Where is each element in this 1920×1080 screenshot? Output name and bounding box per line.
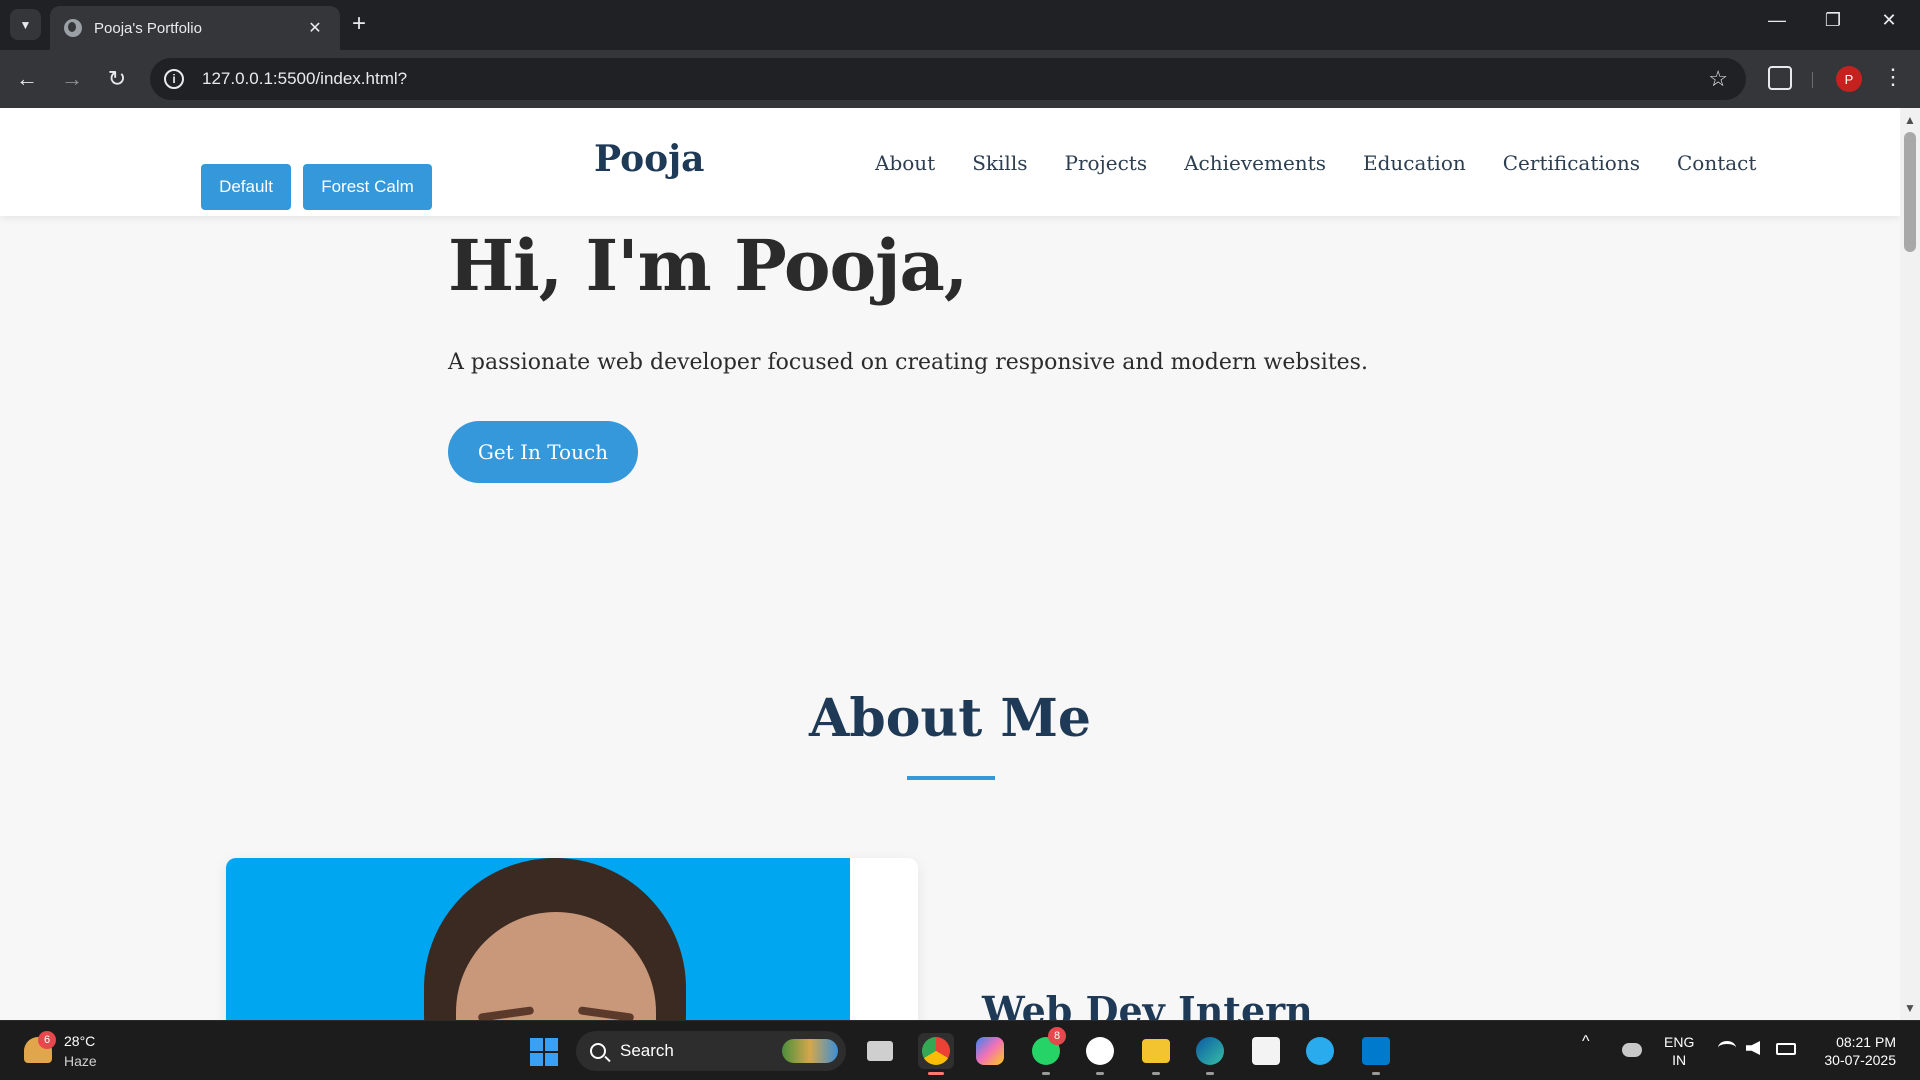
site-logo[interactable]: Pooja	[594, 138, 704, 180]
toolbar-divider	[1812, 72, 1813, 88]
browser-toolbar: ← → ↻ i 127.0.0.1:5500/index.html? ☆ P ⋮	[0, 50, 1920, 108]
weather-temp[interactable]: 28°C	[64, 1033, 95, 1049]
hero-title: Hi, I'm Pooja,	[448, 224, 968, 307]
theme-default-button[interactable]: Default	[201, 164, 291, 210]
scroll-up-icon[interactable]: ▲	[1900, 110, 1920, 130]
onedrive-error-icon[interactable]	[1622, 1043, 1642, 1057]
main-nav: About Skills Projects Achievements Educa…	[875, 151, 1756, 175]
page-scrollbar[interactable]: ▲ ▼	[1900, 108, 1920, 1020]
address-bar[interactable]: i 127.0.0.1:5500/index.html? ☆	[150, 58, 1746, 100]
bookmark-star-icon[interactable]: ☆	[1708, 66, 1728, 92]
weather-badge: 6	[38, 1031, 56, 1049]
volume-icon[interactable]	[1746, 1041, 1760, 1055]
globe-icon	[64, 19, 82, 37]
wifi-icon[interactable]	[1718, 1041, 1736, 1055]
tab-strip: ▼ Pooja's Portfolio ✕ + — ❐ ✕	[0, 0, 1920, 50]
role-title: Web Dev Intern	[982, 988, 1313, 1020]
browser-tab[interactable]: Pooja's Portfolio ✕	[50, 6, 340, 50]
language-line2: IN	[1672, 1052, 1687, 1068]
nav-skills[interactable]: Skills	[972, 151, 1027, 175]
scroll-down-icon[interactable]: ▼	[1900, 998, 1920, 1018]
page-viewport: Default Forest Calm Pooja About Skills P…	[0, 108, 1900, 1020]
microsoft-store-icon[interactable]	[1248, 1033, 1284, 1069]
github-icon[interactable]	[1082, 1033, 1118, 1075]
system-clock[interactable]: 08:21 PM 30-07-2025	[1812, 1033, 1896, 1069]
site-header: Default Forest Calm Pooja About Skills P…	[0, 108, 1900, 216]
nav-contact[interactable]: Contact	[1677, 151, 1756, 175]
language-indicator[interactable]: ENG IN	[1664, 1033, 1694, 1069]
copilot-icon[interactable]	[972, 1033, 1008, 1069]
edge-icon[interactable]	[1192, 1033, 1228, 1075]
language-line1: ENG	[1664, 1034, 1695, 1050]
minimize-button[interactable]: —	[1752, 10, 1802, 31]
nav-achievements[interactable]: Achievements	[1184, 151, 1326, 175]
chevron-down-icon: ▼	[19, 17, 32, 32]
windows-start-icon[interactable]	[530, 1038, 558, 1066]
about-heading: About Me	[809, 688, 1091, 749]
clock-date: 30-07-2025	[1824, 1052, 1896, 1068]
close-window-button[interactable]: ✕	[1864, 10, 1914, 31]
whatsapp-badge: 8	[1048, 1027, 1066, 1045]
nav-education[interactable]: Education	[1363, 151, 1466, 175]
site-info-icon[interactable]: i	[164, 69, 184, 89]
search-highlight-icon	[782, 1039, 838, 1063]
heading-underline	[907, 776, 995, 780]
taskbar: 6 28°C Haze Search 8 ^ ENG IN 08:21 PM 3…	[0, 1020, 1920, 1080]
battery-icon[interactable]	[1776, 1043, 1796, 1055]
task-view-icon[interactable]	[862, 1033, 898, 1069]
scrollbar-thumb[interactable]	[1904, 132, 1916, 252]
search-label: Search	[620, 1041, 674, 1060]
chrome-icon[interactable]	[918, 1033, 954, 1075]
weather-condition[interactable]: Haze	[64, 1053, 97, 1069]
nav-about[interactable]: About	[875, 151, 935, 175]
tab-title: Pooja's Portfolio	[94, 19, 202, 37]
browser-menu-icon[interactable]: ⋮	[1882, 64, 1904, 90]
url-text[interactable]: 127.0.0.1:5500/index.html?	[202, 69, 1708, 89]
nav-certifications[interactable]: Certifications	[1503, 151, 1640, 175]
file-explorer-icon[interactable]	[1138, 1033, 1174, 1075]
profile-photo-card	[226, 858, 918, 1020]
reload-button[interactable]: ↻	[102, 64, 132, 94]
new-tab-button[interactable]: +	[352, 12, 366, 36]
search-icon	[590, 1043, 606, 1059]
theme-forest-calm-button[interactable]: Forest Calm	[303, 164, 432, 210]
profile-photo	[226, 858, 850, 1020]
telegram-icon[interactable]	[1302, 1033, 1338, 1069]
tab-close-icon[interactable]: ✕	[304, 18, 326, 38]
profile-avatar[interactable]: P	[1836, 66, 1862, 92]
restore-button[interactable]: ❐	[1808, 10, 1858, 31]
nav-projects[interactable]: Projects	[1065, 151, 1148, 175]
extensions-icon[interactable]	[1768, 66, 1792, 90]
get-in-touch-button[interactable]: Get In Touch	[448, 421, 638, 483]
tab-search-button[interactable]: ▼	[10, 9, 41, 40]
vscode-icon[interactable]	[1358, 1033, 1394, 1075]
whatsapp-icon[interactable]: 8	[1028, 1027, 1066, 1075]
taskbar-search[interactable]: Search	[576, 1031, 846, 1071]
forward-button[interactable]: →	[57, 64, 87, 94]
tray-chevron-icon[interactable]: ^	[1582, 1033, 1590, 1051]
hero-subtitle: A passionate web developer focused on cr…	[448, 350, 1368, 375]
back-button[interactable]: ←	[12, 64, 42, 94]
clock-time: 08:21 PM	[1836, 1034, 1896, 1050]
